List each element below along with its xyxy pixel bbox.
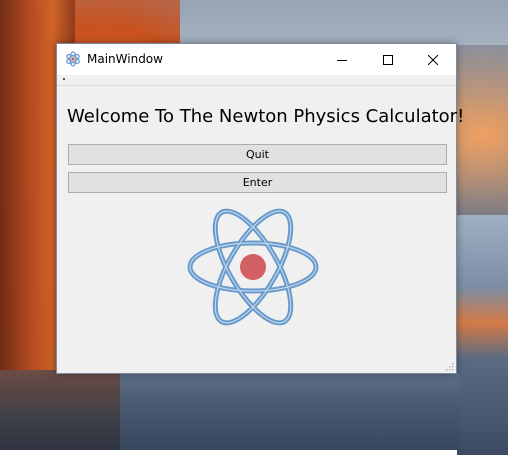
atom-logo — [187, 208, 319, 326]
maximize-button[interactable] — [365, 44, 411, 75]
menu-marker — [63, 78, 65, 80]
close-icon — [428, 54, 438, 65]
resize-grip-icon[interactable] — [444, 361, 454, 371]
window-title: MainWindow — [87, 52, 163, 66]
maximize-icon — [383, 54, 393, 65]
quit-button[interactable]: Quit — [68, 144, 447, 165]
wallpaper-valley — [120, 374, 460, 450]
welcome-heading: Welcome To The Newton Physics Calculator… — [67, 106, 465, 127]
wallpaper-sky — [180, 0, 508, 45]
close-button[interactable] — [410, 44, 456, 75]
title-bar[interactable]: MainWindow — [57, 44, 456, 75]
minimize-icon — [337, 59, 347, 61]
minimize-button[interactable] — [319, 44, 365, 75]
wallpaper-rock-base — [0, 370, 140, 450]
menu-bar — [57, 75, 456, 86]
enter-button[interactable]: Enter — [68, 172, 447, 193]
atom-icon — [66, 51, 80, 67]
nucleus — [240, 254, 266, 280]
main-window: MainWindow Welcome To The Newton Physics… — [56, 43, 464, 374]
wallpaper-mountain — [457, 215, 508, 455]
